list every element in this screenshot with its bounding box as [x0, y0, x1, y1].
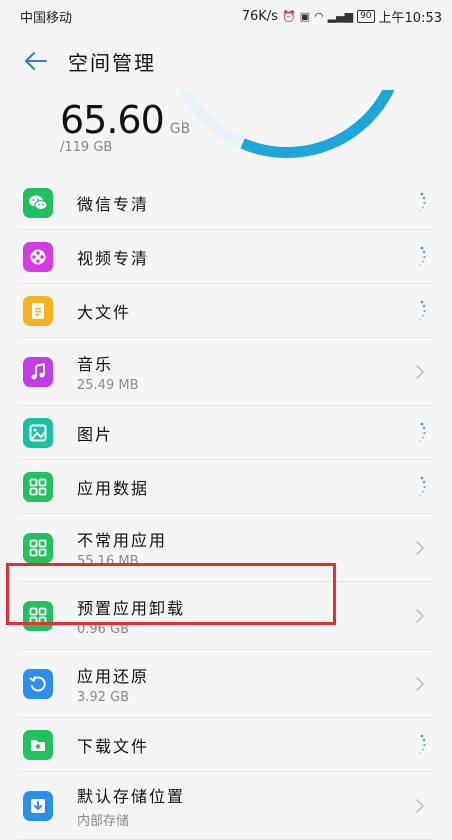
grid-icon: [23, 532, 53, 563]
net-speed: 76K/s: [241, 8, 278, 24]
item-label: 预置应用卸载: [77, 598, 186, 618]
list-item[interactable]: 微信专清: [18, 176, 434, 230]
music-note-icon: [23, 356, 53, 387]
download-folder-icon: [23, 729, 53, 760]
item-label: 下载文件: [77, 736, 150, 756]
item-size: 内部存储: [77, 813, 130, 829]
item-text: 视频专清: [77, 245, 149, 269]
chevron-right-icon: [410, 362, 430, 382]
list-item[interactable]: 视频专清: [18, 230, 434, 284]
chevron-right-icon: [410, 606, 430, 626]
clock: 上午10:53: [378, 10, 442, 26]
list-item[interactable]: 不常用应用 55.16 MB: [18, 514, 434, 582]
loading-icon: [410, 734, 430, 755]
item-text: 应用数据: [77, 475, 149, 499]
item-label: 微信专清: [77, 194, 150, 214]
wifi-icon: ◠: [314, 9, 324, 23]
item-size: 0.96 GB: [77, 621, 130, 637]
category-list: 微信专清视频专清大文件音乐 25.49 MB 图片应用数据不常用应用 55.16 MB…: [0, 176, 452, 840]
item-label: 音乐: [77, 354, 114, 374]
item-label: 默认存储位置: [77, 786, 186, 806]
chevron-right-icon: [410, 674, 430, 694]
item-label: 视频专清: [77, 248, 150, 268]
list-item[interactable]: 默认存储位置内部存储: [18, 772, 434, 840]
loading-icon: [410, 476, 430, 497]
battery-icon: 90: [357, 9, 375, 23]
storage-summary: 65.60 GB /119 GB: [0, 90, 452, 168]
list-item[interactable]: 下载文件: [18, 718, 434, 772]
used-space: 65.60 GB: [60, 98, 190, 142]
item-text: 下载文件: [77, 733, 149, 757]
status-indicators: 76K/s ⏰ ▣ ◠ ▂▄▆ 90 上午10:53: [242, 7, 442, 26]
item-label: 应用数据: [77, 478, 150, 498]
item-text: 应用还原 3.92 GB: [77, 663, 149, 705]
item-label: 大文件: [77, 302, 132, 322]
item-text: 微信专清: [77, 191, 149, 215]
download-icon: [23, 790, 53, 821]
used-unit: GB: [169, 121, 191, 137]
hd-icon: ▣: [299, 9, 311, 23]
back-button[interactable]: [18, 43, 54, 79]
grid-icon: [23, 471, 53, 502]
item-size: 55.16 MB: [77, 553, 139, 569]
signal-icon: ▂▄▆: [327, 9, 354, 23]
item-size: 25.49 MB: [77, 377, 139, 393]
item-text: 不常用应用 55.16 MB: [77, 527, 167, 569]
item-text: 音乐 25.49 MB: [77, 351, 138, 393]
list-item[interactable]: 大文件: [18, 284, 434, 338]
item-size: 3.92 GB: [77, 689, 130, 705]
list-item[interactable]: 应用还原 3.92 GB: [18, 650, 434, 718]
item-text: 大文件: [77, 299, 131, 323]
list-item[interactable]: 预置应用卸载 0.96 GB: [18, 582, 434, 650]
status-bar: 中国移动 76K/s ⏰ ▣ ◠ ▂▄▆ 90 上午10:53: [0, 0, 452, 32]
list-item[interactable]: 音乐 25.49 MB: [18, 338, 434, 406]
item-label: 不常用应用: [77, 530, 168, 550]
page-title: 空间管理: [68, 50, 156, 75]
loading-icon: [410, 192, 430, 213]
grid-icon: [23, 600, 53, 631]
loading-icon: [410, 246, 430, 267]
loading-icon: [410, 300, 430, 321]
back-arrow-icon: [25, 52, 47, 70]
total-space: /119 GB: [60, 140, 113, 155]
used-value: 65.60: [60, 98, 165, 142]
document-icon: [23, 295, 53, 326]
image-icon: [23, 417, 53, 448]
wechat-icon: [23, 187, 53, 218]
carrier-label: 中国移动: [20, 10, 73, 26]
item-text: 图片: [77, 421, 113, 445]
list-item[interactable]: 应用数据: [18, 460, 434, 514]
video-icon: [23, 241, 53, 272]
restore-icon: [23, 668, 53, 699]
alarm-icon: ⏰: [281, 9, 296, 23]
chevron-right-icon: [410, 538, 430, 558]
loading-icon: [410, 422, 430, 443]
item-label: 图片: [77, 424, 114, 444]
item-text: 默认存储位置内部存储: [77, 783, 185, 829]
item-label: 应用还原: [77, 666, 150, 686]
chevron-right-icon: [410, 796, 430, 816]
item-text: 预置应用卸载 0.96 GB: [77, 595, 185, 637]
app-header: 空间管理: [0, 32, 452, 90]
list-item[interactable]: 图片: [18, 406, 434, 460]
